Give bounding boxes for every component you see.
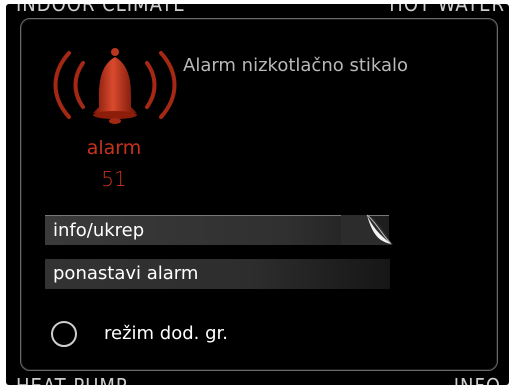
tab-info[interactable]: INFO: [454, 374, 501, 385]
reset-alarm-button[interactable]: ponastavi alarm: [45, 259, 390, 289]
page-curl-icon: [341, 214, 393, 245]
tab-heat-pump[interactable]: HEAT PUMP: [16, 374, 128, 385]
device-screen: INDOOR CLIMATE HOT WATER HEAT PUMP INFO …: [6, 4, 509, 385]
aid-mode-label: režim dod. gr.: [104, 323, 228, 344]
tab-indoor-climate[interactable]: INDOOR CLIMATE: [16, 4, 186, 16]
alarm-bell-icon: [53, 48, 177, 124]
alarm-code: 51: [101, 167, 127, 191]
aid-mode-option[interactable]: režim dod. gr.: [51, 317, 311, 353]
alarm-dialog: Alarm nizkotlačno stikalo alarm 51 info/…: [20, 18, 498, 371]
alarm-title: Alarm nizkotlačno stikalo: [183, 55, 409, 76]
info-action-button[interactable]: info/ukrep: [45, 215, 389, 245]
tab-hot-water[interactable]: HOT WATER: [389, 4, 505, 16]
alarm-label: alarm: [86, 137, 142, 159]
radio-unchecked-icon[interactable]: [51, 321, 77, 347]
